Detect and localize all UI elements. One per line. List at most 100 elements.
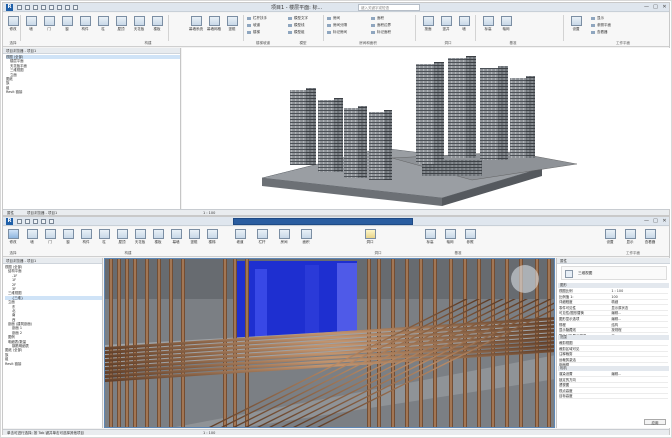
property-row[interactable]: 视图比例 1 : 100 xyxy=(559,289,668,294)
3d-viewport[interactable] xyxy=(182,48,670,209)
property-value[interactable]: 编辑... xyxy=(611,317,621,321)
property-row[interactable]: 显示隐藏线 按规程 xyxy=(559,328,668,334)
ref-plane-button[interactable]: 参照平面 xyxy=(591,23,611,28)
level-button[interactable]: 标高 xyxy=(423,229,437,245)
stair-button[interactable]: 楼梯 xyxy=(247,30,260,35)
measure-icon[interactable] xyxy=(49,219,54,224)
3d-view-icon[interactable] xyxy=(73,5,78,10)
component-button[interactable]: 构件 xyxy=(78,16,92,32)
set-workplane-button[interactable]: 设置 xyxy=(569,16,583,32)
railing-button[interactable]: 栏杆 xyxy=(255,229,269,245)
redo-icon[interactable] xyxy=(41,5,46,10)
floor-button[interactable]: 楼板 xyxy=(151,229,165,245)
property-row[interactable]: 零件可见性 显示原状态 xyxy=(559,306,668,311)
window-button[interactable]: 窗 xyxy=(61,229,75,245)
rebar-3d-viewport[interactable] xyxy=(104,258,555,428)
property-row[interactable]: 裁剪区域可见 xyxy=(559,347,668,352)
show-workplane-button[interactable]: 显示 xyxy=(591,16,604,21)
property-row[interactable]: 可见性/图形替换 编辑... xyxy=(559,311,668,317)
property-row[interactable]: 详细程度 精细 xyxy=(559,300,668,306)
mullion-button[interactable]: 竖梃 xyxy=(225,16,239,32)
redo-icon[interactable] xyxy=(41,219,46,224)
opening-button[interactable]: 洞口 xyxy=(363,229,377,245)
close-button[interactable]: ✕ xyxy=(661,4,668,11)
maximize-button[interactable]: □ xyxy=(652,218,659,225)
viewer-button[interactable]: 查看器 xyxy=(591,30,608,35)
maximize-button[interactable]: □ xyxy=(652,4,659,11)
grid-button[interactable]: 轴网 xyxy=(499,16,513,32)
property-value[interactable]: 1 : 100 xyxy=(611,289,623,293)
wall-opening-button[interactable]: 墙 xyxy=(457,16,471,32)
ceiling-button[interactable]: 天花板 xyxy=(133,229,147,245)
viewer-button[interactable]: 查看器 xyxy=(643,229,657,245)
door-button[interactable]: 门 xyxy=(42,16,56,32)
modify-button[interactable]: 修改 xyxy=(6,229,20,245)
property-value[interactable]: 精细 xyxy=(611,300,618,304)
minimize-button[interactable]: — xyxy=(643,218,650,225)
by-face-button[interactable]: 按面 xyxy=(421,16,435,32)
view-scale[interactable]: 1 : 100 xyxy=(203,430,215,436)
column-button[interactable]: 柱 xyxy=(96,16,110,32)
grid-button[interactable]: 轴网 xyxy=(443,229,457,245)
property-row[interactable]: 远裁剪激活 xyxy=(559,358,668,363)
tag-room-button[interactable]: 标记房间 xyxy=(327,30,347,35)
roof-button[interactable]: 屋顶 xyxy=(114,16,128,32)
ramp-button[interactable]: 坡道 xyxy=(233,229,247,245)
search-input[interactable]: 键入关键字或短语 xyxy=(358,4,420,11)
curtain-grid-button[interactable]: 幕墙网格 xyxy=(207,16,221,32)
open-icon[interactable] xyxy=(17,5,22,10)
property-row[interactable]: 规程 结构 xyxy=(559,323,668,328)
property-value[interactable]: 按规程 xyxy=(611,328,621,332)
model-group-button[interactable]: 模型组 xyxy=(288,30,305,35)
model-line-button[interactable]: 模型线 xyxy=(288,23,305,28)
minimize-button[interactable]: — xyxy=(643,4,650,11)
stair-button[interactable]: 楼梯 xyxy=(205,229,219,245)
measure-icon[interactable] xyxy=(57,5,62,10)
property-row[interactable]: 注释裁剪 xyxy=(559,352,668,358)
room-button[interactable]: 房间 xyxy=(327,16,340,21)
property-row[interactable]: 裁剪视图 xyxy=(559,341,668,346)
prop-group-graphics[interactable]: 图形 xyxy=(558,283,669,288)
property-row[interactable]: 目标高度 xyxy=(559,394,668,400)
shaft-button[interactable]: 竖井 xyxy=(439,16,453,32)
undo-icon[interactable] xyxy=(33,5,38,10)
room-button[interactable]: 房间 xyxy=(277,229,291,245)
modify-button[interactable]: 修改 xyxy=(6,16,20,32)
wall-button[interactable]: 墙 xyxy=(24,16,38,32)
type-selector[interactable]: 三维视图 xyxy=(561,266,667,280)
property-value[interactable]: 显示原状态 xyxy=(611,306,628,310)
column-button[interactable]: 柱 xyxy=(97,229,111,245)
area-boundary-button[interactable]: 面积边界 xyxy=(371,23,391,28)
property-row[interactable]: 视点高度 xyxy=(559,389,668,394)
tag-area-button[interactable]: 标记面积 xyxy=(371,30,391,35)
property-row[interactable]: 图形显示选项 编辑... xyxy=(559,317,668,322)
property-row[interactable]: 渲染设置 编辑... xyxy=(559,372,668,377)
railing-button[interactable]: 栏杆扶手 xyxy=(247,16,267,21)
set-workplane-button[interactable]: 设置 xyxy=(603,229,617,245)
level-button[interactable]: 标高 xyxy=(481,16,495,32)
property-value[interactable]: 编辑... xyxy=(611,311,621,315)
component-button[interactable]: 构件 xyxy=(79,229,93,245)
property-value[interactable]: 100 xyxy=(611,295,617,299)
mullion-button[interactable]: 竖梃 xyxy=(187,229,201,245)
save-icon[interactable] xyxy=(25,5,30,10)
property-row[interactable]: 锁定的方向 xyxy=(559,378,668,383)
app-logo-icon[interactable]: R xyxy=(6,4,13,11)
prop-group-camera[interactable]: 相机 xyxy=(558,366,669,371)
undo-icon[interactable] xyxy=(33,219,38,224)
ceiling-button[interactable]: 天花板 xyxy=(132,16,146,32)
curtain-system-button[interactable]: 幕墙系统 xyxy=(189,16,203,32)
door-button[interactable]: 门 xyxy=(43,229,57,245)
save-icon[interactable] xyxy=(25,219,30,224)
floor-button[interactable]: 楼板 xyxy=(150,16,164,32)
property-value[interactable]: 编辑... xyxy=(611,372,621,376)
print-icon[interactable] xyxy=(49,5,54,10)
ramp-button[interactable]: 坡道 xyxy=(247,23,260,28)
prop-group-extents[interactable]: 范围 xyxy=(558,335,669,340)
wall-button[interactable]: 墙 xyxy=(25,229,39,245)
curtain-button[interactable]: 幕墙 xyxy=(169,229,183,245)
property-value[interactable]: 结构 xyxy=(611,323,618,327)
property-row[interactable]: 透视图 xyxy=(559,383,668,389)
open-icon[interactable] xyxy=(17,219,22,224)
app-logo-icon[interactable]: R xyxy=(6,218,13,225)
